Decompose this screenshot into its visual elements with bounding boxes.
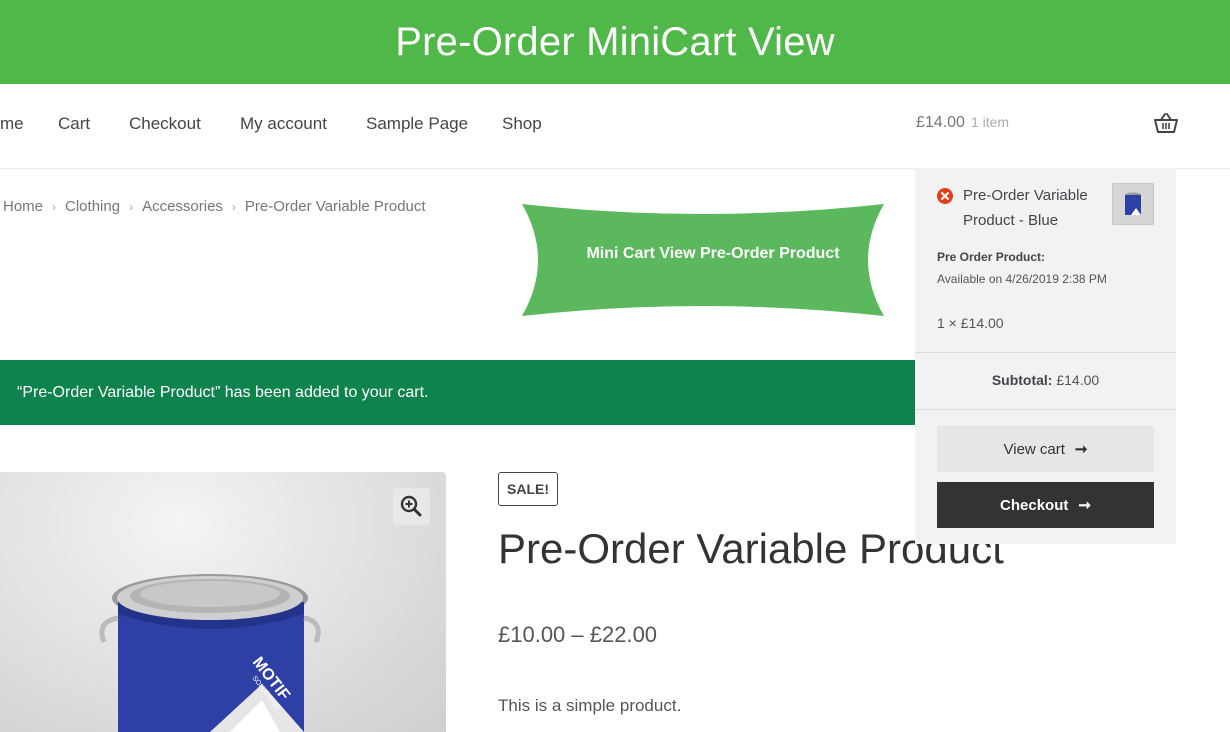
mini-cart-item-name[interactable]: Pre-Order Variable Product - Blue: [963, 183, 1103, 233]
mini-cart-divider: [915, 409, 1176, 410]
breadcrumb-separator-icon: ›: [231, 200, 236, 214]
mini-cart-availability: Available on 4/26/2019 2:38 PM: [937, 272, 1107, 286]
breadcrumb-separator-icon: ›: [52, 200, 57, 214]
header-cart-count: 1 item: [970, 114, 1010, 130]
added-to-cart-notice: “Pre-Order Variable Product” has been ad…: [0, 360, 915, 425]
remove-icon[interactable]: [937, 188, 953, 204]
view-cart-label: View cart: [1003, 440, 1065, 458]
checkout-button[interactable]: Checkout ➞: [937, 482, 1154, 528]
paint-can-image: MOTIF SOLUTIONS: [99, 574, 321, 732]
nav-item-home[interactable]: me: [0, 114, 24, 134]
header-cart-summary[interactable]: £14.00 1 item: [916, 114, 1009, 132]
breadcrumb-separator-icon: ›: [129, 200, 134, 214]
basket-icon[interactable]: [1154, 112, 1178, 134]
zoom-icon: [400, 495, 422, 517]
nav-item-sample-page[interactable]: Sample Page: [366, 114, 468, 134]
checkout-label: Checkout: [1000, 496, 1069, 514]
arrow-right-icon: ➞: [1074, 441, 1088, 458]
mini-cart-dropdown: Pre-Order Variable Product - Blue Pre Or…: [915, 168, 1176, 544]
paint-can-thumbnail: [1125, 192, 1141, 215]
product-image: MOTIF SOLUTIONS: [0, 472, 446, 732]
page-banner: Pre-Order MiniCart View: [0, 0, 1230, 84]
banner-title: Pre-Order MiniCart View: [395, 19, 835, 64]
arrow-right-icon: ➞: [1078, 497, 1091, 514]
mini-cart-divider: [915, 352, 1176, 353]
mini-cart-subtotal-value: £14.00: [1056, 372, 1100, 388]
nav-item-cart[interactable]: Cart: [58, 114, 90, 134]
view-cart-button[interactable]: View cart ➞: [937, 426, 1154, 472]
mini-cart-preorder-label: Pre Order Product:: [937, 250, 1046, 264]
callout-text: Mini Cart View Pre-Order Product: [586, 245, 840, 262]
mini-cart-subtotal: Subtotal: £14.00: [915, 372, 1176, 388]
breadcrumb-clothing[interactable]: Clothing: [65, 198, 120, 215]
nav-item-my-account[interactable]: My account: [240, 114, 327, 134]
nav-item-shop[interactable]: Shop: [502, 114, 542, 134]
breadcrumb: Home › Clothing › Accessories › Pre-Order Vari…: [3, 198, 426, 215]
nav-item-checkout[interactable]: Checkout: [129, 114, 201, 134]
header-cart-total: £14.00: [916, 114, 965, 131]
breadcrumb-accessories[interactable]: Accessories: [142, 198, 223, 215]
sale-badge: SALE!: [498, 472, 558, 506]
mini-cart-subtotal-label: Subtotal:: [991, 372, 1053, 388]
breadcrumb-current: Pre-Order Variable Product: [244, 198, 426, 215]
mini-cart-item-thumbnail[interactable]: [1112, 183, 1154, 225]
notice-message: “Pre-Order Variable Product” has been ad…: [17, 383, 429, 401]
product-price: £10.00 – £22.00: [498, 622, 658, 647]
mini-cart-quantity: 1 × £14.00: [937, 315, 1004, 331]
breadcrumb-home[interactable]: Home: [3, 198, 43, 215]
site-navigation: me Cart Checkout My account Sample Page …: [0, 84, 1230, 169]
product-description: This is a simple product.: [498, 696, 682, 715]
image-zoom-button[interactable]: [393, 488, 430, 525]
